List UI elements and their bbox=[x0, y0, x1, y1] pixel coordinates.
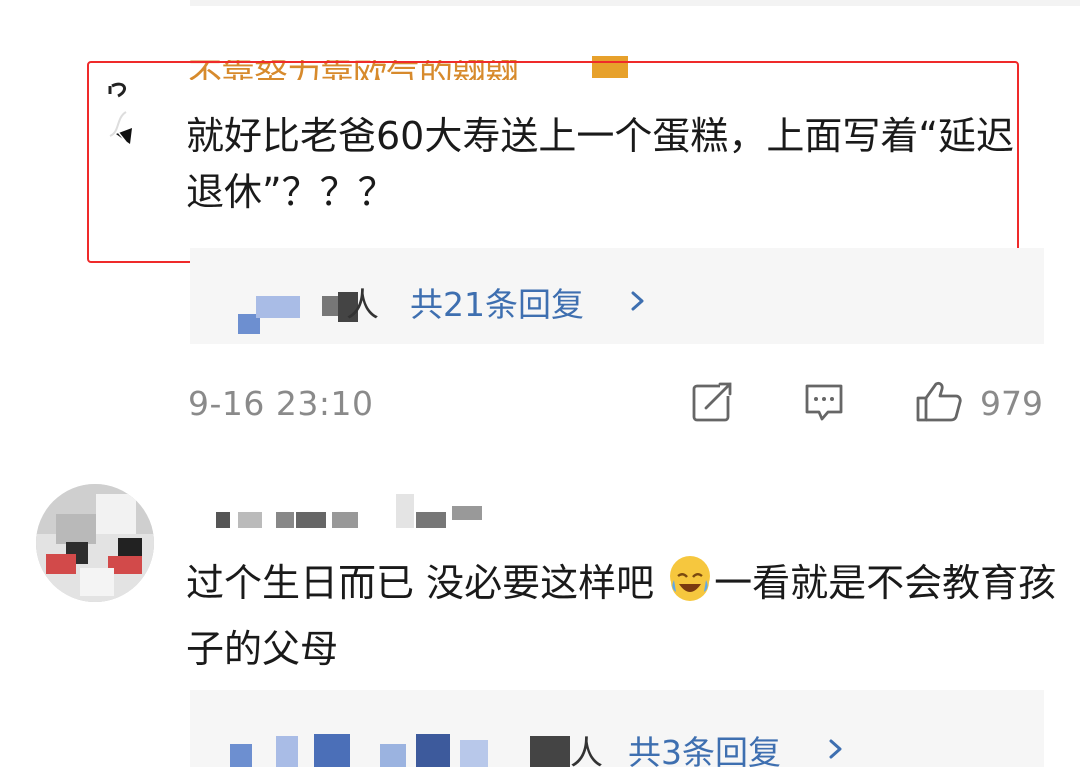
comment-text: 过个生日而已 没必要这样吧 一看就是不会教育孩子的父母 bbox=[186, 550, 1066, 682]
username[interactable]: 不靠努力靠欧气的翱翱 bbox=[188, 50, 648, 80]
like-count: 979 bbox=[980, 384, 1043, 423]
chevron-right-icon[interactable] bbox=[628, 290, 648, 312]
divider bbox=[190, 0, 1080, 6]
avatar[interactable] bbox=[96, 72, 156, 150]
reply-avatars bbox=[238, 292, 358, 334]
replies-prefix: 人 bbox=[346, 285, 379, 324]
timestamp: 9-16 23:10 bbox=[188, 384, 374, 423]
laughing-crying-emoji-icon bbox=[670, 556, 711, 601]
comment-text: 就好比老爸60大寿送上一个蛋糕，上面写着“延迟退休”？？？ bbox=[186, 114, 1015, 214]
share-icon[interactable] bbox=[690, 380, 734, 424]
chevron-right-icon[interactable] bbox=[826, 738, 846, 760]
replies-preview[interactable]: 人 共3条回复 bbox=[190, 690, 1044, 772]
comment-icon[interactable] bbox=[802, 380, 846, 424]
level-badge bbox=[592, 56, 628, 78]
reply-avatars bbox=[230, 734, 570, 767]
comment-meta: 9-16 23:10 979 bbox=[188, 380, 1048, 424]
avatar-image bbox=[36, 484, 154, 602]
username-blurred[interactable] bbox=[216, 494, 496, 534]
replies-preview[interactable]: 人 共21条回复 bbox=[190, 248, 1044, 344]
avatar[interactable] bbox=[36, 484, 154, 602]
replies-count-link[interactable]: 共21条回复 bbox=[410, 278, 584, 326]
like-icon[interactable] bbox=[914, 380, 964, 424]
